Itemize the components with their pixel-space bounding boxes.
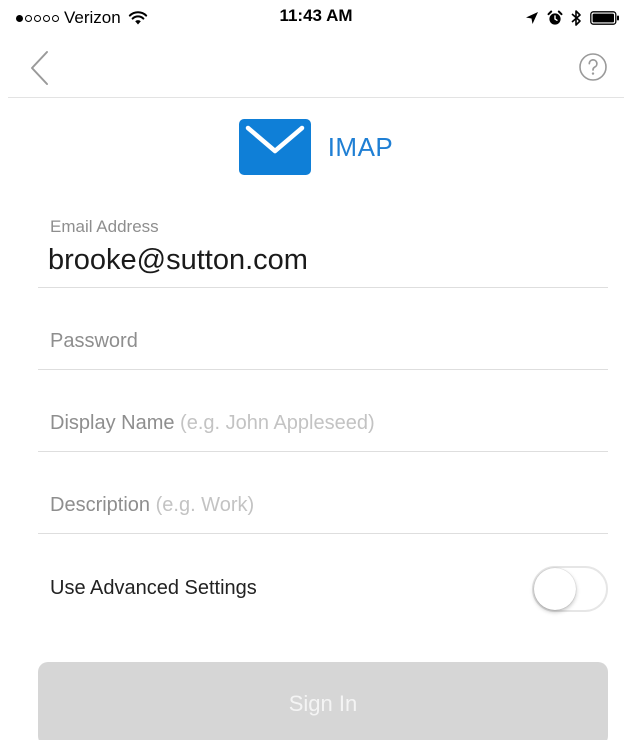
battery-icon	[590, 11, 619, 25]
advanced-settings-toggle[interactable]	[532, 566, 608, 612]
envelope-glyph-icon	[245, 125, 304, 154]
advanced-settings-row: Use Advanced Settings	[38, 535, 608, 639]
chevron-left-icon	[31, 51, 48, 85]
alarm-icon	[547, 10, 563, 25]
sign-in-button[interactable]: Sign In	[38, 662, 608, 740]
nav-divider	[8, 97, 624, 98]
bluetooth-icon	[571, 10, 581, 26]
status-bar: Verizon 11:43 AM	[0, 0, 632, 36]
back-button[interactable]	[22, 46, 62, 90]
advanced-settings-label: Use Advanced Settings	[50, 577, 257, 599]
password-field[interactable]: Password	[38, 288, 608, 370]
provider-header: IMAP	[0, 118, 632, 176]
display-name-field[interactable]: Display Name (e.g. John Appleseed)	[38, 370, 608, 452]
email-field-label: Email Address	[50, 217, 159, 236]
display-name-label: Display Name	[50, 412, 175, 434]
help-button[interactable]	[578, 52, 608, 82]
email-field[interactable]: Email Address brooke@sutton.com	[38, 206, 608, 288]
description-placeholder: Description (e.g. Work)	[50, 494, 254, 517]
provider-name: IMAP	[327, 131, 394, 162]
question-circle-icon	[579, 53, 607, 81]
description-field[interactable]: Description (e.g. Work)	[38, 452, 608, 534]
description-hint: (e.g. Work)	[155, 494, 255, 516]
nav-bar	[0, 36, 632, 98]
imap-setup-screen: Verizon 11:43 AM IMAP Email Address broo…	[0, 0, 632, 740]
display-name-hint: (e.g. John Appleseed)	[180, 412, 375, 434]
status-icons	[525, 8, 620, 28]
toggle-knob	[534, 568, 576, 610]
location-arrow-icon	[526, 12, 538, 24]
description-label: Description	[50, 494, 151, 516]
email-field-value[interactable]: brooke@sutton.com	[48, 244, 308, 277]
password-field-label: Password	[50, 330, 138, 352]
display-name-placeholder: Display Name (e.g. John Appleseed)	[50, 412, 375, 435]
envelope-icon	[238, 119, 311, 175]
